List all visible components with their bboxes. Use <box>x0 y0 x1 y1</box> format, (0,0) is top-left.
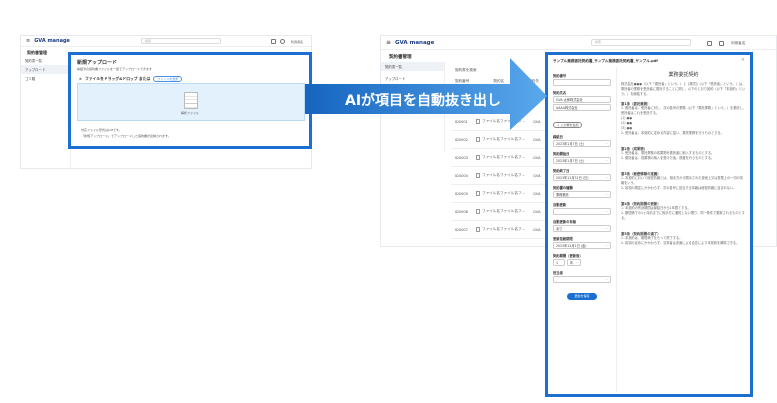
article-text: 1. 本契約において秘密情報とは、相手方から開示された技術上又は営業上の一切の情… <box>621 176 743 185</box>
article-text: 2. 前項の規定にかかわらず、次の各号に該当する情報は秘密情報に含まれない。 <box>621 186 737 190</box>
file-icon <box>475 209 480 214</box>
field-input[interactable]: 2023年1月7日 (土) <box>553 140 611 147</box>
field-input[interactable]: 業務委託 <box>553 191 611 198</box>
row-party: GVA <box>533 137 541 142</box>
row-party: GVA <box>533 155 541 160</box>
logo: GVA manage <box>34 38 70 44</box>
modal-title: サンプル業務委託契約書_サンプル業務委託契約書_サンプル.pdf <box>553 59 658 63</box>
field-label: 契約終了日 <box>553 169 570 173</box>
row-name: ファイル名ファイル名フ… <box>481 191 526 195</box>
drop-header: ⊕ ファイルをドラッグ&ドロップ または ファイルを選択 <box>79 76 183 82</box>
article-text: 2. 期間満了の1ヶ月前までに相手方に通知しない限り、同一条件で更新されるものと… <box>621 211 745 220</box>
close-icon[interactable]: × <box>741 57 745 63</box>
row-party: GVA <box>533 227 541 232</box>
help-icon[interactable] <box>719 41 724 46</box>
note-1: 対応ファイル形式はpdfです。 <box>81 128 122 132</box>
field-input[interactable]: 2023年12月1日 (金) <box>553 242 611 249</box>
logo: GVA manage <box>395 39 435 46</box>
app-header: ≡ GVA manage <box>381 36 776 50</box>
table-row[interactable]: ID0002 ファイル名ファイル名フ… GVA <box>451 131 546 149</box>
row-id: ID0005 <box>455 191 468 196</box>
field-label: 契約書の種類 <box>553 186 573 190</box>
row-name: ファイル名ファイル名フ… <box>481 137 526 141</box>
table-row[interactable]: ID0006 ファイル名ファイル名フ… GVA <box>451 203 546 221</box>
table-row[interactable]: ID0005 ファイル名ファイル名フ… GVA <box>451 185 546 203</box>
field-input[interactable] <box>553 208 611 215</box>
document-icon <box>184 92 198 109</box>
owner-select[interactable] <box>553 276 611 283</box>
row-name: ファイル名ファイル名フ… <box>481 155 526 159</box>
sidebar-item-contracts[interactable]: 契約書一覧 <box>21 56 70 65</box>
sidebar-item-upload[interactable]: アップロード <box>21 65 70 74</box>
file-label: 解析ファイル <box>181 111 200 115</box>
row-name: ファイル名ファイル名フ… <box>481 173 526 177</box>
drop-zone[interactable]: 解析ファイル <box>77 83 305 121</box>
document-title: 業務委託契約 <box>668 72 699 78</box>
contract-document: 業務委託契約 株式会社●●●（以下「委託者」という。）と【株式】（以下「受託者」… <box>616 67 746 392</box>
card-description: 締結済の契約書ファイルを一括でアップロードできます <box>77 67 153 71</box>
table-row[interactable]: ID0003 ファイル名ファイル名フ… GVA <box>451 149 546 167</box>
field-label: 自動更新の有無 <box>553 220 577 224</box>
sidebar: 契約書一覧 アップロード ゴミ箱 <box>21 56 71 168</box>
article-text: 2. 前項の定めにかかわらず、当事者は書面による合意により本契約を解除できる。 <box>621 241 740 245</box>
menu-icon[interactable]: ≡ <box>26 38 30 44</box>
table-row[interactable]: ID0007 ファイル名ファイル名フ… GVA <box>451 221 546 239</box>
row-party: GVA <box>533 209 541 214</box>
field-input[interactable] <box>553 79 611 86</box>
row-party: GVA <box>533 191 541 196</box>
sidebar-item-trash[interactable]: ゴミ箱 <box>21 74 70 83</box>
row-id: ID0007 <box>455 227 468 232</box>
contracts-table: ID0001 ファイル名ファイル名フ… GVA ID0002 ファイル名ファイル名フ… G… <box>451 113 546 243</box>
upload-card: 新規アップロード 締結済の契約書ファイルを一括でアップロードできます ⊕ ファイ… <box>68 52 312 149</box>
row-id: ID0003 <box>455 155 468 160</box>
field-label: 締結日 <box>553 135 563 139</box>
row-id: ID0006 <box>455 209 468 214</box>
period-unit-select[interactable]: 年 <box>567 259 581 266</box>
table-row[interactable]: ID0004 ファイル名ファイル名フ… GVA <box>451 167 546 185</box>
notification-icon[interactable] <box>271 39 276 44</box>
file-icon <box>475 173 480 178</box>
article-text: 1. 委託者は、受託者に対し、次の各号の業務（以下「委託業務」という。）を委託し… <box>621 106 746 115</box>
user-name[interactable]: 利用者名 <box>731 41 745 46</box>
field-label: 契約先名 <box>553 91 567 95</box>
search-input[interactable]: 検索 <box>591 39 691 46</box>
row-id: ID0002 <box>455 137 468 142</box>
field-label: 契約開始日 <box>553 152 570 156</box>
field-input[interactable]: 2023年1月7日 (土) <box>553 157 611 164</box>
row-id: ID0004 <box>455 173 468 178</box>
help-icon[interactable] <box>280 39 285 44</box>
notification-icon[interactable] <box>707 41 712 46</box>
field-label: 更新拒絶期限 <box>553 237 573 241</box>
search-input[interactable]: 検索 <box>141 38 221 44</box>
add-field-button[interactable]: + 入力欄を追加 <box>553 122 583 128</box>
file-icon <box>475 191 480 196</box>
user-name[interactable]: 利用者名 <box>291 40 303 44</box>
save-button[interactable]: 更新を保存 <box>567 293 597 300</box>
field-input[interactable]: 2023年12月31日 (日) <box>553 174 611 181</box>
document-intro: 株式会社●●●（以下「委託者」という。）と【株式】（以下「受託者」という。）は、… <box>621 82 746 96</box>
file-icon <box>475 155 480 160</box>
row-party: GVA <box>533 173 541 178</box>
field-input[interactable]: AAAA株式会社 <box>553 104 611 111</box>
row-name: ファイル名ファイル名フ… <box>481 209 526 213</box>
field-input[interactable]: GVA 太郎株式会社 <box>553 96 611 103</box>
select-file-button[interactable]: ファイルを選択 <box>153 76 183 82</box>
field-input[interactable]: あり <box>553 225 611 232</box>
file-icon <box>475 137 480 142</box>
card-title: 新規アップロード <box>77 60 118 66</box>
menu-icon[interactable]: ≡ <box>386 39 391 46</box>
period-input[interactable]: 1 <box>553 259 565 266</box>
note-2: 「新規アップロード」でアップロードした契約書が反映されます。 <box>81 134 171 138</box>
field-label: 自動更新 <box>553 203 567 207</box>
extracted-fields-form: 契約番号 契約先名 GVA 太郎株式会社 AAAA株式会社 + 入力欄を追加 締結日 202… <box>553 69 611 300</box>
field-label: 契約番号 <box>553 74 567 78</box>
field-label: 担当者 <box>553 271 563 275</box>
upload-icon: ⊕ <box>79 77 82 81</box>
row-name: ファイル名ファイル名フ… <box>481 227 526 231</box>
drop-label: ファイルをドラッグ&ドロップ または <box>84 76 151 81</box>
file-icon <box>475 227 480 232</box>
contract-detail-modal: サンプル業務委託契約書_サンプル業務委託契約書_サンプル.pdf × 契約番号契… <box>545 52 753 397</box>
banner-text: AIが項目を自動抜き出し <box>345 93 502 109</box>
